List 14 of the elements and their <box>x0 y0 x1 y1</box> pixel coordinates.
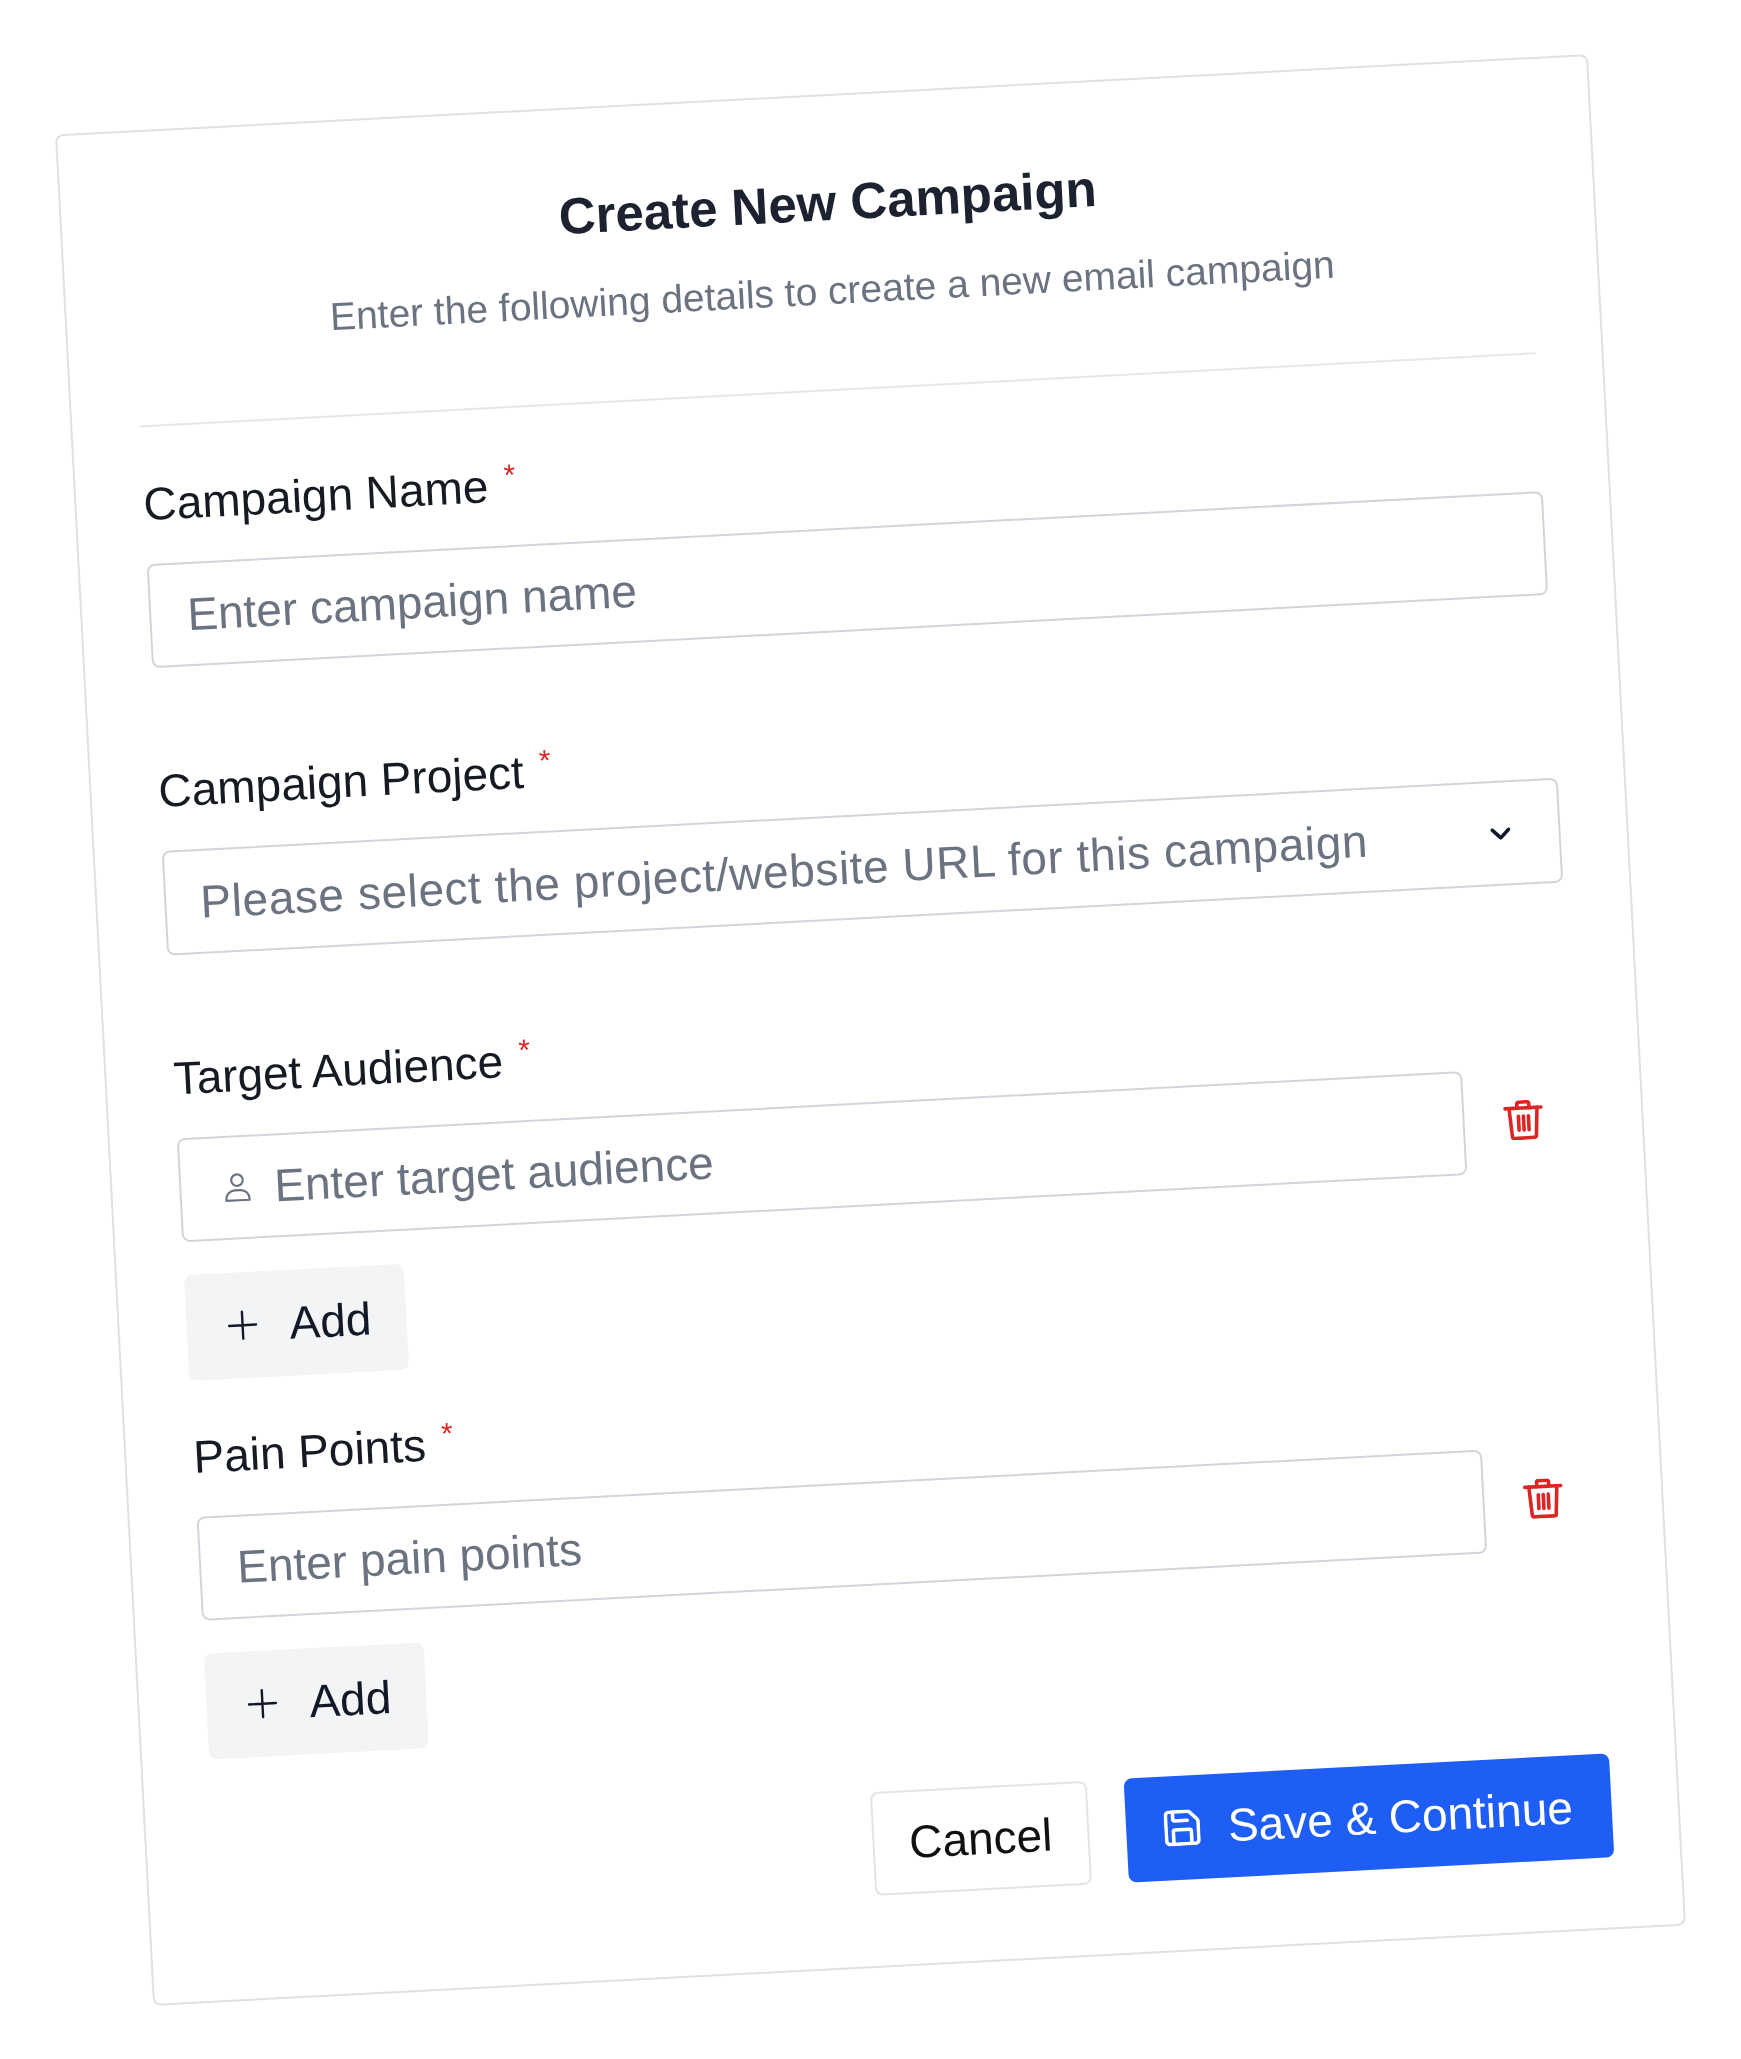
required-asterisk: * <box>440 1417 454 1449</box>
add-button[interactable]: Add <box>203 1641 429 1760</box>
user-icon <box>223 1171 252 1202</box>
add-button[interactable]: Add <box>183 1263 409 1381</box>
trash-icon[interactable] <box>1522 1476 1565 1519</box>
save-button[interactable]: Save & Continue <box>1123 1752 1615 1883</box>
plus-icon <box>226 1309 259 1341</box>
chevron-down-icon <box>1490 826 1511 840</box>
required-asterisk: * <box>502 459 517 490</box>
trash-icon[interactable] <box>1502 1098 1545 1141</box>
required-asterisk: * <box>517 1034 531 1065</box>
required-asterisk: * <box>538 744 552 776</box>
cancel-button[interactable]: Cancel <box>869 1780 1092 1896</box>
plus-icon <box>246 1687 279 1719</box>
